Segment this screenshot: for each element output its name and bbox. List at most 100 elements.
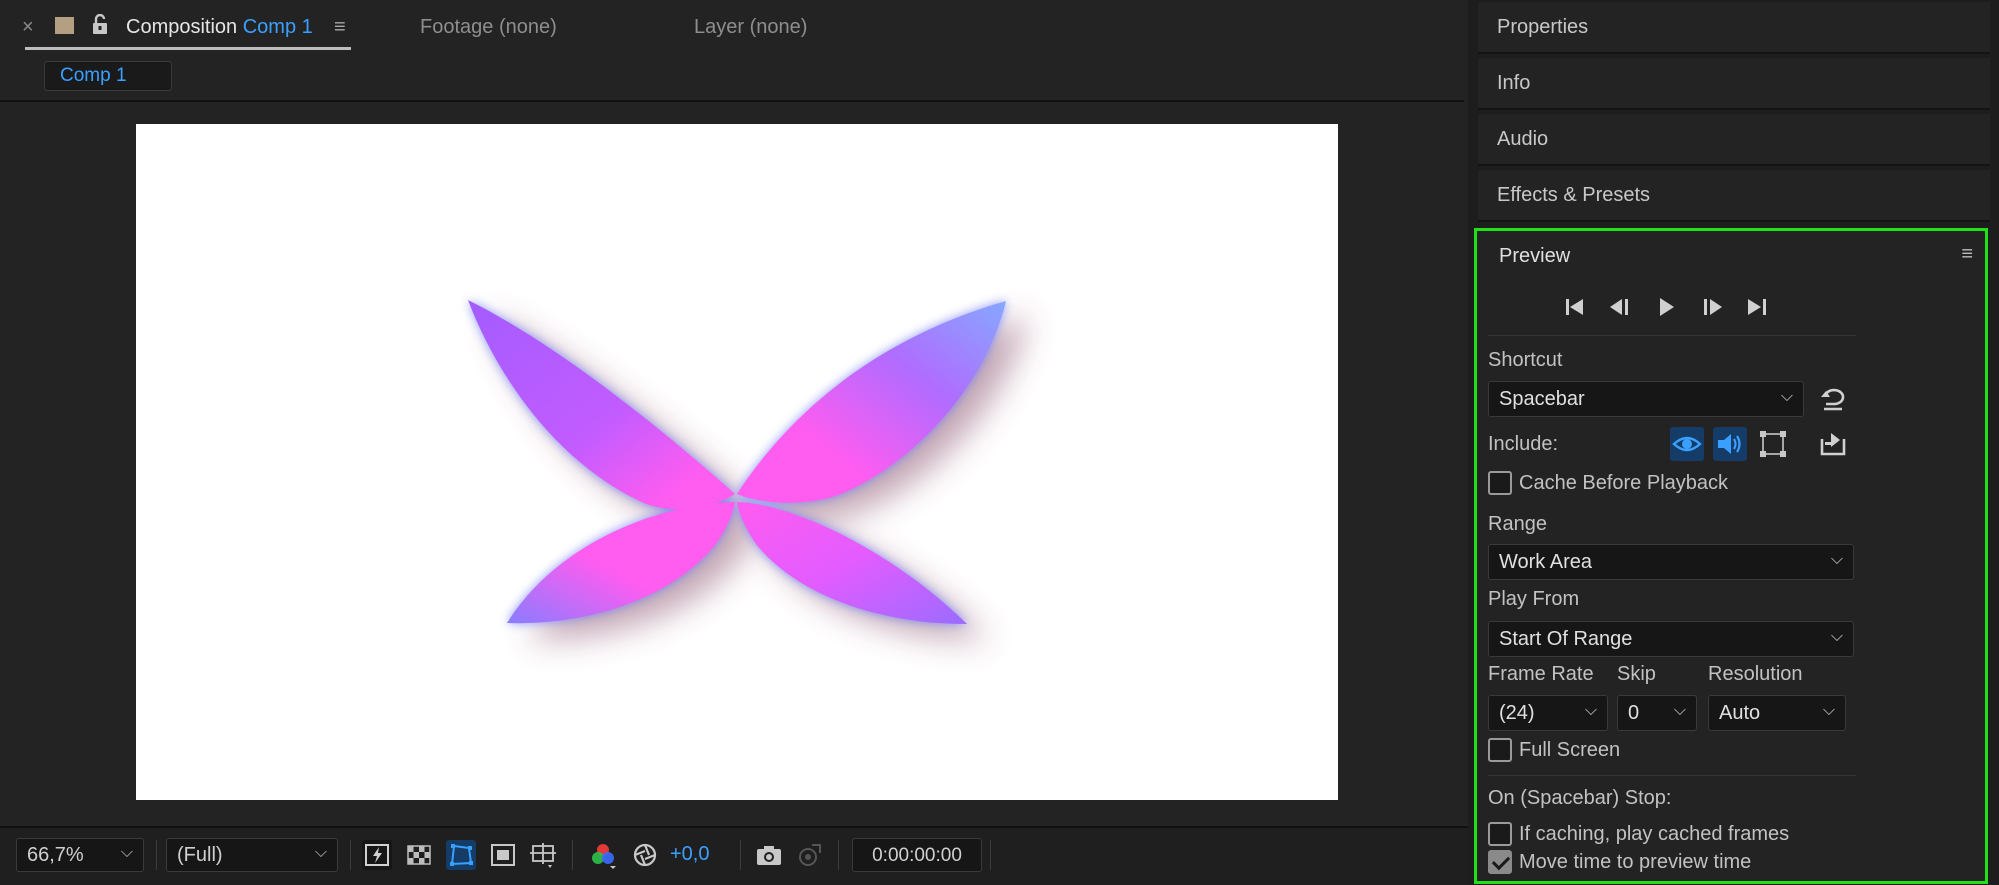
full-screen-checkbox[interactable] bbox=[1488, 738, 1512, 762]
zoom-dropdown[interactable]: 66,7% ⌵ bbox=[16, 838, 144, 872]
play-from-label: Play From bbox=[1488, 588, 1580, 610]
composition-tab[interactable]: Composition Comp 1 bbox=[126, 16, 313, 39]
region-of-interest-icon[interactable] bbox=[488, 840, 518, 870]
range-label: Range bbox=[1488, 513, 1547, 535]
chevron-down-icon: ⌵ bbox=[1780, 388, 1793, 405]
previous-frame-icon[interactable] bbox=[1606, 293, 1634, 321]
resolution-dropdown[interactable]: Auto ⌵ bbox=[1708, 695, 1846, 731]
chevron-down-icon: ⌵ bbox=[1584, 702, 1597, 719]
toolbar-separator bbox=[350, 840, 351, 870]
panel-title: Info bbox=[1497, 72, 1531, 94]
composition-canvas[interactable] bbox=[136, 124, 1338, 800]
divider bbox=[1488, 335, 1856, 336]
label-color-swatch[interactable] bbox=[55, 17, 74, 34]
toolbar-separator bbox=[740, 840, 741, 870]
frame-rate-value: (24) bbox=[1499, 702, 1535, 724]
cache-before-playback-checkbox[interactable] bbox=[1488, 471, 1512, 495]
toolbar-separator bbox=[838, 840, 839, 870]
include-label: Include: bbox=[1488, 433, 1559, 455]
properties-panel-header[interactable]: Properties bbox=[1478, 2, 1990, 54]
cache-before-playback-label: Cache Before Playback bbox=[1519, 472, 1729, 494]
play-from-value: Start Of Range bbox=[1499, 628, 1633, 650]
chevron-down-icon: ⌵ bbox=[314, 844, 327, 861]
frame-rate-label: Frame Rate bbox=[1488, 663, 1594, 685]
on-stop-label: On (Spacebar) Stop: bbox=[1488, 787, 1672, 809]
include-audio-speaker-icon[interactable] bbox=[1713, 427, 1747, 461]
composition-navigator-tab[interactable]: Comp 1 bbox=[44, 61, 172, 91]
play-icon[interactable] bbox=[1652, 293, 1680, 321]
composition-viewer[interactable] bbox=[7, 103, 1463, 825]
skip-dropdown[interactable]: 0 ⌵ bbox=[1617, 695, 1697, 731]
exposure-value[interactable]: +0,0 bbox=[670, 843, 709, 866]
range-dropdown[interactable]: Work Area ⌵ bbox=[1488, 544, 1854, 580]
playback-controls bbox=[1561, 293, 1801, 323]
butterfly-shape[interactable] bbox=[136, 124, 1338, 800]
include-overlays-icon[interactable] bbox=[1756, 427, 1790, 461]
toolbar-separator bbox=[990, 840, 991, 870]
composition-tab-name: Comp 1 bbox=[242, 16, 313, 38]
audio-panel-header[interactable]: Audio bbox=[1478, 114, 1990, 166]
toolbar-separator bbox=[572, 840, 573, 870]
panel-title: Effects & Presets bbox=[1497, 184, 1651, 206]
layer-tab[interactable]: Layer (none) bbox=[694, 16, 807, 39]
panel-title: Properties bbox=[1497, 16, 1589, 38]
lock-icon[interactable] bbox=[91, 13, 111, 36]
zoom-value: 66,7% bbox=[27, 844, 84, 866]
shortcut-dropdown[interactable]: Spacebar ⌵ bbox=[1488, 381, 1804, 417]
range-value: Work Area bbox=[1499, 551, 1592, 573]
include-video-eye-icon[interactable] bbox=[1670, 427, 1704, 461]
show-snapshot-icon[interactable] bbox=[794, 840, 824, 870]
resolution-value: Auto bbox=[1719, 702, 1761, 724]
composition-panel: × Composition Comp 1 ≡ Footage (none) La… bbox=[0, 0, 1468, 885]
play-from-dropdown[interactable]: Start Of Range ⌵ bbox=[1488, 621, 1854, 657]
shortcut-value: Spacebar bbox=[1499, 388, 1585, 410]
mask-visibility-icon[interactable] bbox=[446, 840, 476, 870]
panel-menu-icon[interactable]: ≡ bbox=[334, 16, 346, 39]
play-cached-frames-checkbox[interactable] bbox=[1488, 822, 1512, 846]
transparency-grid-icon[interactable] bbox=[404, 840, 434, 870]
wing-bottom-right bbox=[737, 502, 967, 624]
shortcut-label: Shortcut bbox=[1488, 349, 1563, 371]
chevron-down-icon: ⌵ bbox=[1830, 628, 1843, 645]
grid-guides-icon[interactable] bbox=[528, 840, 558, 870]
frame-rate-dropdown[interactable]: (24) ⌵ bbox=[1488, 695, 1608, 731]
toolbar-separator bbox=[156, 840, 157, 870]
resolution-dropdown[interactable]: (Full) ⌵ bbox=[166, 838, 338, 872]
composition-tab-bar: × Composition Comp 1 ≡ Footage (none) La… bbox=[0, 0, 1468, 54]
preview-panel: Preview ≡ Shortcut Spacebar ⌵ Include: C… bbox=[1474, 228, 1988, 884]
move-time-checkbox[interactable] bbox=[1488, 850, 1512, 874]
panel-title: Audio bbox=[1497, 128, 1549, 150]
active-tab-underline bbox=[25, 47, 351, 50]
skip-value: 0 bbox=[1628, 702, 1640, 724]
current-time-display[interactable]: 0:00:00:00 bbox=[852, 838, 982, 872]
close-tab-icon[interactable]: × bbox=[22, 16, 34, 39]
info-panel-header[interactable]: Info bbox=[1478, 58, 1990, 110]
next-frame-icon[interactable] bbox=[1698, 293, 1726, 321]
viewer-toolbar: 66,7% ⌵ (Full) ⌵ +0,0 0:00:00:00 bbox=[0, 826, 1468, 885]
last-frame-icon[interactable] bbox=[1743, 293, 1771, 321]
reset-shortcut-icon[interactable] bbox=[1816, 382, 1850, 416]
chevron-down-icon: ⌵ bbox=[120, 844, 133, 861]
panel-menu-icon[interactable]: ≡ bbox=[1961, 243, 1973, 266]
footage-tab[interactable]: Footage (none) bbox=[420, 16, 557, 39]
skip-label: Skip bbox=[1617, 663, 1656, 685]
full-screen-label: Full Screen bbox=[1519, 739, 1621, 761]
chevron-down-icon: ⌵ bbox=[1830, 551, 1843, 568]
output-to-device-icon[interactable] bbox=[1816, 427, 1850, 461]
chevron-down-icon: ⌵ bbox=[1822, 702, 1835, 719]
reset-exposure-icon[interactable] bbox=[630, 840, 660, 870]
play-cached-frames-label: If caching, play cached frames bbox=[1519, 823, 1790, 845]
resolution-label: Resolution bbox=[1708, 663, 1803, 685]
effects-presets-panel-header[interactable]: Effects & Presets bbox=[1478, 170, 1990, 222]
preview-title: Preview bbox=[1499, 245, 1571, 267]
divider bbox=[1488, 775, 1856, 776]
chevron-down-icon: ⌵ bbox=[1673, 702, 1686, 719]
composition-tab-prefix: Composition bbox=[126, 16, 238, 38]
show-channel-icon[interactable] bbox=[588, 840, 618, 870]
first-frame-icon[interactable] bbox=[1561, 293, 1589, 321]
snapshot-camera-icon[interactable] bbox=[754, 840, 784, 870]
fast-previews-icon[interactable] bbox=[362, 840, 392, 870]
resolution-value: (Full) bbox=[177, 844, 223, 866]
move-time-label: Move time to preview time bbox=[1519, 851, 1752, 873]
divider bbox=[0, 100, 1464, 102]
